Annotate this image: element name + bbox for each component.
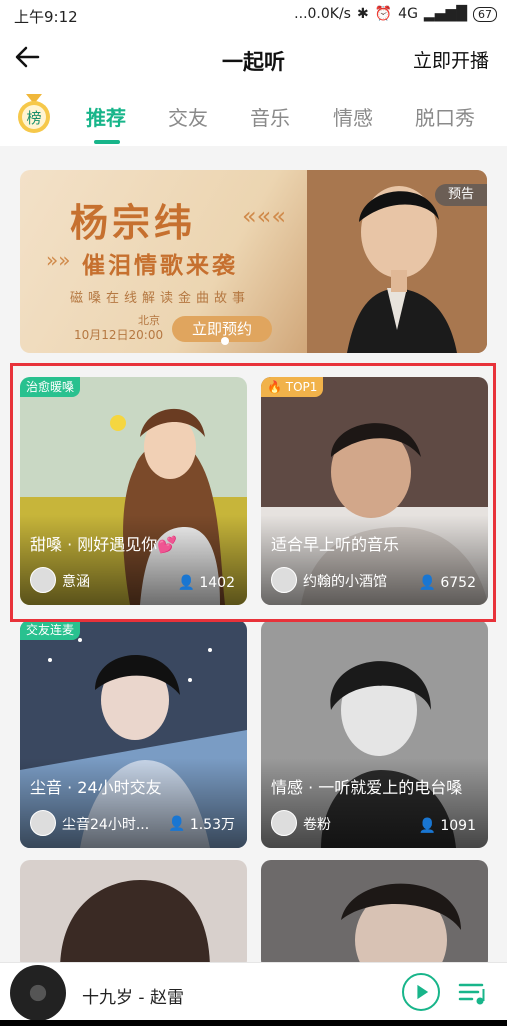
category-tabs: 榜 推荐 交友 音乐 情感 脱口秀 (0, 84, 507, 146)
tab-talkshow[interactable]: 脱口秀 (415, 102, 475, 131)
start-broadcast-button[interactable]: 立即开播 (413, 46, 489, 73)
host-avatar (271, 810, 297, 836)
promo-banner[interactable]: 杨宗纬 ««« »» 催泪情歌来袭 磁嗓在线解读金曲故事 北京 10月12日20… (20, 170, 487, 353)
mini-player[interactable]: 十九岁 - 赵雷 (0, 962, 507, 1027)
listener-count: 👤 1.53万 (168, 814, 235, 834)
card-shade (20, 758, 247, 848)
app-header: 一起听 立即开播 (0, 32, 507, 84)
listener-person-icon: 👤 (168, 816, 186, 832)
tab-music[interactable]: 音乐 (250, 102, 290, 131)
chevrons-decoration-icon: ««« (242, 202, 287, 230)
room-card-5[interactable] (20, 860, 247, 970)
room-card-4[interactable]: 情感 · 一听就爱上的电台嗓 卷粉 👤 1091 (261, 620, 488, 848)
playlist-icon[interactable] (456, 977, 488, 1009)
ranking-medal-icon[interactable]: 榜 (16, 94, 52, 134)
highlight-box (10, 363, 496, 622)
banner-date: 10月12日20:00 (74, 328, 164, 342)
card-category-label: 交友连麦 (20, 620, 81, 640)
battery-icon: 67 (473, 6, 497, 22)
preview-tag: 预告 (435, 184, 487, 206)
tab-recommend[interactable]: 推荐 (86, 102, 126, 131)
tab-friends[interactable]: 交友 (168, 102, 208, 131)
card-title: 情感 · 一听就爱上的电台嗓 (271, 778, 463, 797)
alarm-icon: ⏰ (374, 6, 393, 22)
banner-artist-name: 杨宗纬 (70, 201, 197, 245)
card-title: 尘音 · 24小时交友 (30, 778, 162, 797)
status-time: 上午9:12 (14, 8, 78, 26)
play-icon[interactable] (402, 973, 440, 1011)
status-bar: 上午9:12 ...0.0K/s ✱ ⏰ 4G ▂▄▆█ 67 (0, 0, 507, 32)
card-shade (261, 758, 488, 848)
host-name: 卷粉 (303, 817, 331, 833)
status-right: ...0.0K/s ✱ ⏰ 4G ▂▄▆█ 67 (294, 6, 497, 22)
listener-count-value: 1091 (440, 818, 476, 834)
network-speed: ...0.0K/s (294, 6, 351, 22)
bluetooth-icon: ✱ (356, 6, 369, 22)
room-card-3[interactable]: 交友连麦 尘音 · 24小时交友 尘音24小时... 👤 1.53万 (20, 620, 247, 848)
carousel-indicator (221, 337, 229, 345)
tab-emotion[interactable]: 情感 (333, 102, 373, 131)
active-tab-indicator (94, 140, 120, 144)
host-name: 尘音24小时... (62, 817, 150, 833)
host-avatar (30, 810, 56, 836)
banner-description: 磁嗓在线解读金曲故事 (70, 291, 251, 306)
signal-icon: ▂▄▆█ (423, 6, 467, 22)
chevrons-right-decoration-icon: »» (46, 248, 71, 272)
listener-person-icon: 👤 (418, 818, 437, 834)
svg-text:榜: 榜 (26, 109, 41, 127)
now-playing-song: 十九岁 - 赵雷 (82, 988, 184, 1008)
card-cover-image (20, 860, 247, 970)
signal-type: 4G (398, 6, 418, 22)
room-card-6[interactable] (261, 860, 488, 970)
system-nav-bar (0, 1020, 507, 1026)
card-cover-image (261, 860, 488, 970)
album-disc[interactable] (10, 965, 66, 1021)
listener-count-value: 1.53万 (189, 817, 235, 833)
banner-subtitle: 催泪情歌来袭 (82, 253, 238, 279)
listener-count: 👤 1091 (419, 818, 476, 834)
